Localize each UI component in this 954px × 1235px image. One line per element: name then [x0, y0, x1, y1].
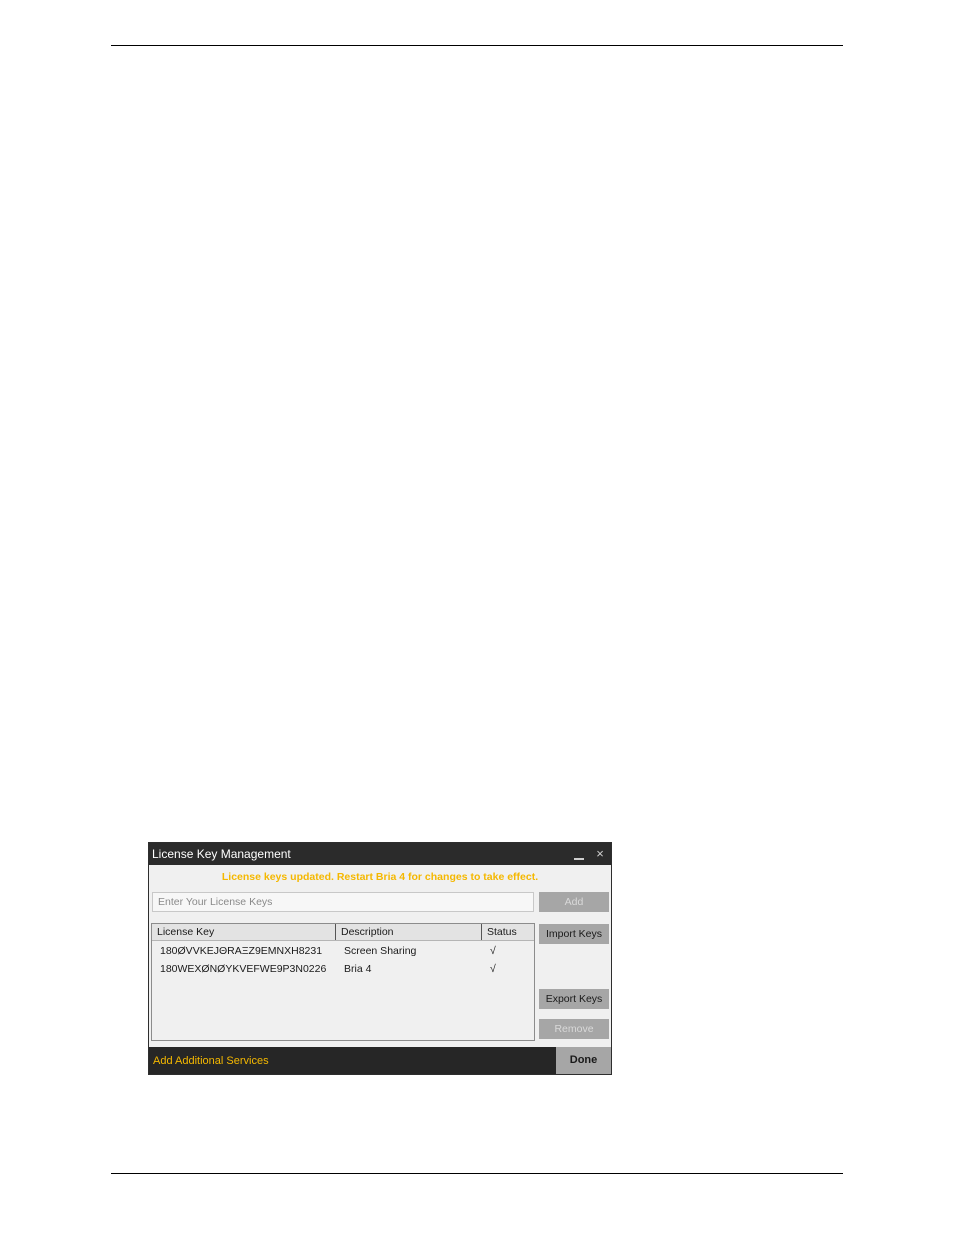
done-button[interactable]: Done: [556, 1047, 611, 1074]
table-row[interactable]: 180WEXØNØYKVEFWE9P3N0226 Bria 4 √: [152, 961, 534, 978]
footer-rule: [111, 1173, 843, 1174]
status-check-icon: √: [490, 963, 496, 975]
description-cell: Screen Sharing: [344, 945, 417, 957]
table-row[interactable]: 180ØVVKEJΘRAΞZ9EMNXH8231 Screen Sharing …: [152, 943, 534, 960]
header-rule: [111, 45, 843, 46]
dialog-title: License Key Management: [152, 847, 291, 861]
remove-button[interactable]: Remove: [539, 1019, 609, 1039]
license-key-cell: 180WEXØNØYKVEFWE9P3N0226: [160, 963, 327, 975]
close-button[interactable]: ×: [591, 845, 609, 863]
license-key-table: License Key Description Status 180ØVVKEJ…: [151, 923, 535, 1041]
column-header-license-key[interactable]: License Key: [152, 924, 336, 940]
description-cell: Bria 4: [344, 963, 372, 975]
column-header-description[interactable]: Description: [336, 924, 482, 940]
export-keys-button[interactable]: Export Keys: [539, 989, 609, 1009]
close-icon: ×: [596, 846, 604, 861]
minimize-icon: [574, 858, 584, 860]
add-additional-services-link[interactable]: Add Additional Services: [153, 1054, 269, 1068]
license-key-cell: 180ØVVKEJΘRAΞZ9EMNXH8231: [160, 945, 323, 957]
title-bar: License Key Management ×: [149, 843, 611, 865]
status-message: License keys updated. Restart Bria 4 for…: [221, 871, 539, 883]
add-button[interactable]: Add: [539, 892, 609, 912]
license-key-input[interactable]: [152, 892, 534, 912]
table-header: License Key Description Status: [152, 924, 534, 941]
license-key-dialog: License Key Management × License keys up…: [148, 842, 612, 1075]
dialog-footer: Add Additional Services Done: [149, 1047, 611, 1074]
status-check-icon: √: [490, 945, 496, 957]
minimize-button[interactable]: [570, 845, 588, 863]
column-header-status[interactable]: Status: [482, 924, 534, 940]
import-keys-button[interactable]: Import Keys: [539, 924, 609, 944]
